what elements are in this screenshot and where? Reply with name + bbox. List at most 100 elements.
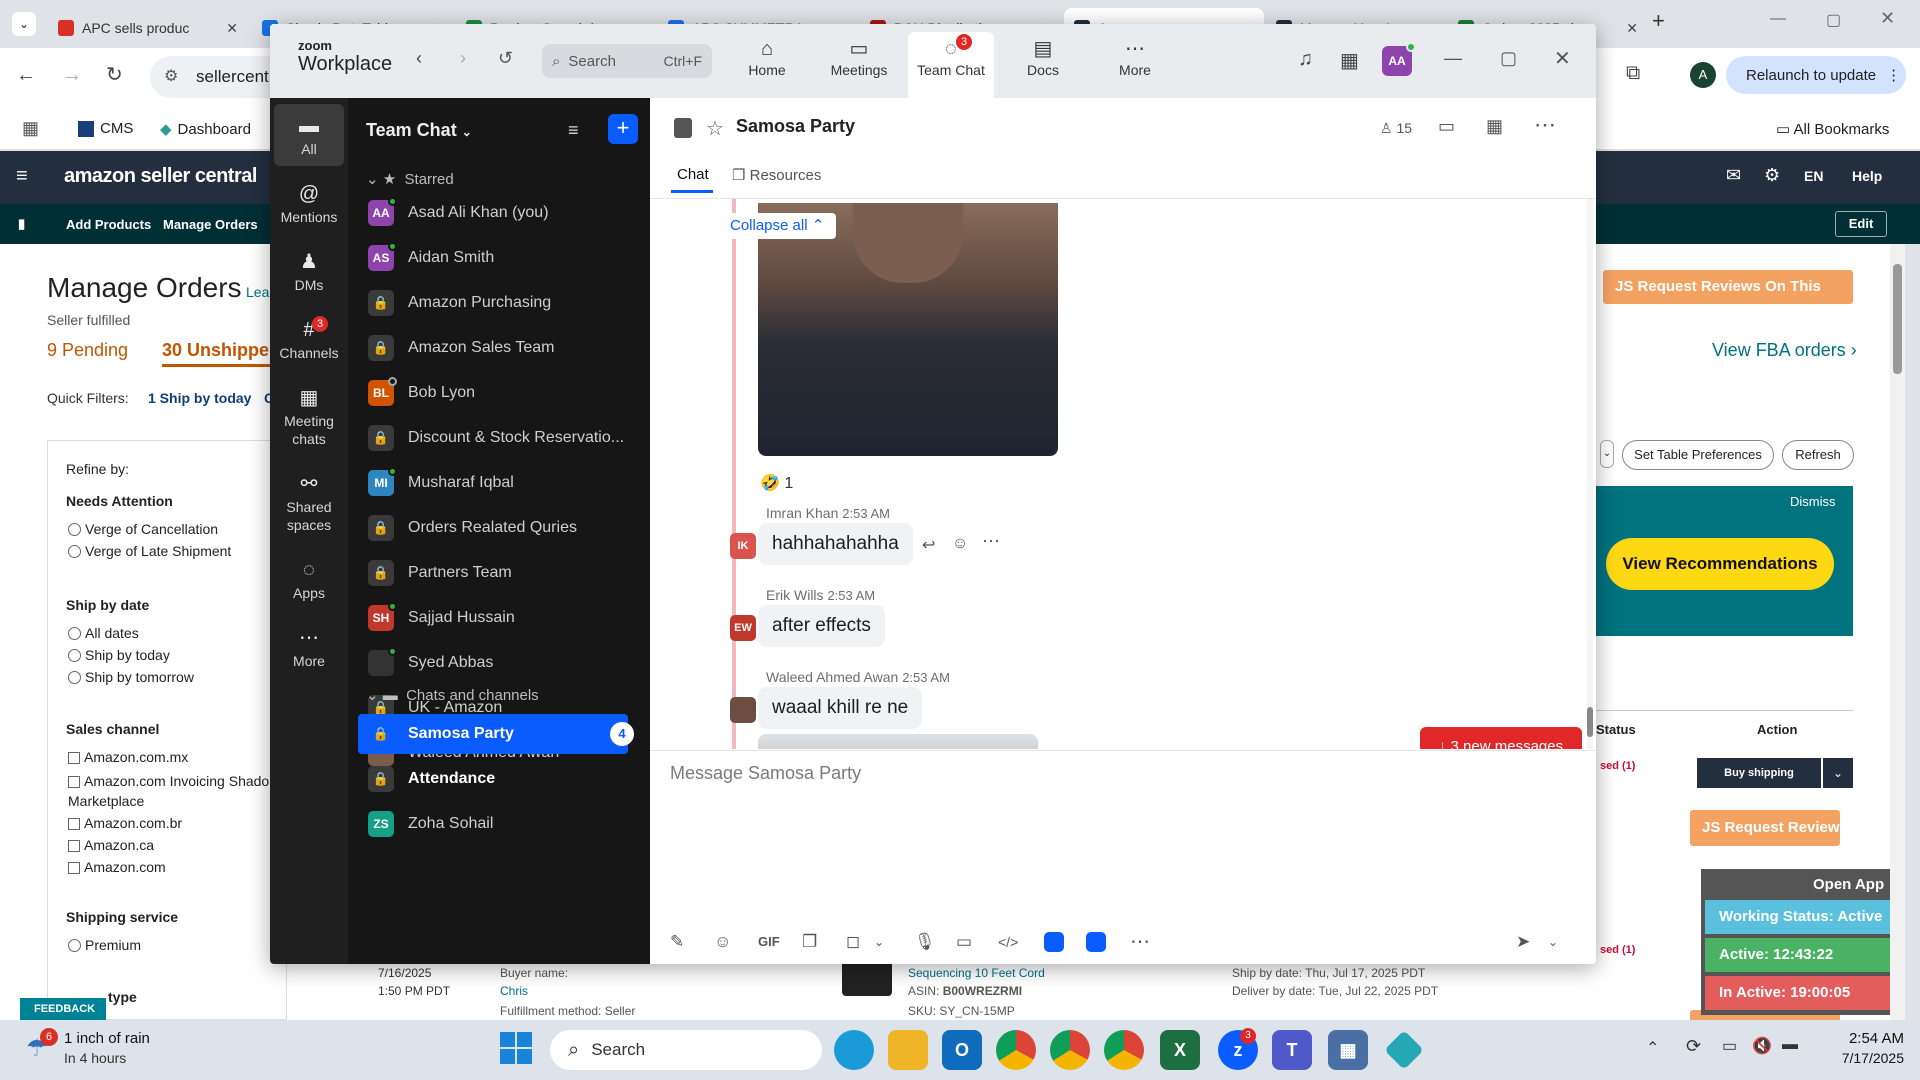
channel-title[interactable]: Samosa Party <box>736 116 855 137</box>
manage-orders-link[interactable]: Manage Orders <box>163 217 258 232</box>
zoom-app-2-icon[interactable] <box>1086 932 1106 952</box>
tab-more[interactable]: ⋯ More <box>1092 32 1178 94</box>
filter-icon[interactable]: ≡ <box>568 120 579 141</box>
tab-docs[interactable]: ▤ Docs <box>1000 32 1086 94</box>
radio-verge-late[interactable]: Verge of Late Shipment <box>68 543 231 559</box>
file-explorer-icon[interactable] <box>888 1030 928 1070</box>
tab-search-icon[interactable]: ⌄ <box>12 12 36 36</box>
thread-scrollbar-thumb[interactable] <box>1587 707 1593 737</box>
profile-avatar[interactable]: A <box>1690 62 1716 88</box>
chrome-profile-3-icon[interactable] <box>1104 1030 1144 1070</box>
new-tab-button[interactable]: + <box>1652 8 1665 34</box>
forward-icon[interactable]: → <box>62 64 82 87</box>
apps-grid-icon[interactable]: ▦ <box>22 118 39 139</box>
send-options-icon[interactable]: ⌄ <box>1548 935 1558 949</box>
rail-meeting-chats[interactable]: ▦ Meeting chats <box>270 384 348 448</box>
message-author[interactable]: Erik Wills <box>766 587 824 603</box>
close-window-icon[interactable]: ✕ <box>1880 8 1895 29</box>
site-info-icon[interactable]: ⚙ <box>164 66 178 86</box>
chrome-profile-2-icon[interactable] <box>1050 1030 1090 1070</box>
microphone-icon[interactable]: 🎙 <box>914 932 936 952</box>
tab-team-chat[interactable]: ◌ Team Chat 3 <box>908 32 994 98</box>
bookmark-cms[interactable]: CMS <box>78 120 133 137</box>
battery-icon[interactable]: ▬ <box>1782 1036 1798 1054</box>
rail-all[interactable]: ▬ All <box>270 112 348 158</box>
zoom-forward-icon[interactable]: › <box>460 48 466 69</box>
radio-ship-tomorrow[interactable]: Ship by tomorrow <box>68 669 194 685</box>
check-amazon-invoicing[interactable]: Amazon.com Invoicing Shado Marketplace <box>68 771 283 811</box>
contact-item[interactable]: AS Aidan Smith <box>368 239 638 277</box>
add-reaction-icon[interactable]: ☺ <box>952 535 968 553</box>
new-chat-button[interactable]: + <box>608 114 638 144</box>
schedule-meeting-icon[interactable]: ▦ <box>1486 116 1503 137</box>
help-link[interactable]: Help <box>1852 168 1882 184</box>
message-author[interactable]: Waleed Ahmed Awan <box>766 669 898 685</box>
kebab-menu-icon[interactable]: ⋮ <box>1886 66 1901 84</box>
avatar[interactable]: IK <box>730 533 756 559</box>
request-reviews-page-button[interactable]: JS Request Reviews On This Page <box>1603 270 1853 329</box>
excel-icon[interactable]: X <box>1160 1030 1200 1070</box>
dismiss-link[interactable]: Dismiss <box>1790 494 1836 509</box>
team-chat-dropdown[interactable]: Team Chat ⌄ <box>366 120 472 141</box>
chat-zoha-sohail[interactable]: ZS Zoha Sohail <box>368 805 638 843</box>
extensions-icon[interactable]: ⧉ <box>1626 62 1640 85</box>
hamburger-menu-icon[interactable]: ≡ <box>16 165 28 188</box>
feedback-button[interactable]: FEEDBACK ✕ <box>20 998 106 1020</box>
reaction-chip[interactable]: 🤣 1 <box>760 473 793 493</box>
new-messages-button[interactable]: ↓ 3 new messages <box>1420 727 1582 749</box>
view-recommendations-button[interactable]: View Recommendations <box>1606 538 1834 590</box>
display-icon[interactable]: ▭ <box>1722 1036 1737 1056</box>
pending-tab[interactable]: 9 Pending <box>47 340 128 361</box>
channel-item[interactable]: 🔒 Partners Team <box>368 554 638 592</box>
video-call-icon[interactable]: ▭ <box>1438 116 1455 137</box>
file-attach-icon[interactable]: ❐ <box>802 932 817 952</box>
outlook-icon[interactable]: O <box>942 1030 982 1070</box>
bookmark-dashboard[interactable]: ◆ Dashboard <box>160 120 251 139</box>
maximize-icon[interactable]: ▢ <box>1826 10 1841 30</box>
message-bubble[interactable]: after effects <box>758 605 885 647</box>
all-bookmarks[interactable]: ▭ All Bookmarks <box>1776 120 1889 138</box>
speaker-muted-icon[interactable]: 🔇 <box>1752 1036 1772 1056</box>
composer-input[interactable]: Message Samosa Party <box>670 763 861 784</box>
zoom-search-box[interactable]: ⌕ Search Ctrl+F <box>542 44 712 78</box>
refresh-button[interactable]: Refresh <box>1782 440 1854 470</box>
page-scrollbar-thumb[interactable] <box>1893 264 1902 374</box>
thread-scrollbar[interactable] <box>1587 199 1593 749</box>
view-fba-orders-link[interactable]: View FBA orders › <box>1712 340 1857 361</box>
gif-icon[interactable]: GIF <box>758 934 780 949</box>
edit-button[interactable]: Edit <box>1835 211 1887 237</box>
rail-channels[interactable]: # Channels 3 <box>270 316 348 362</box>
channel-item[interactable]: 🔒 Amazon Purchasing <box>368 284 638 322</box>
format-text-icon[interactable]: ✎ <box>670 932 684 952</box>
start-button[interactable] <box>500 1032 532 1064</box>
product-title-link[interactable]: Sequencing 10 Feet Cord <box>908 966 1045 980</box>
channel-item[interactable]: 🔒 Orders Realated Quries <box>368 509 638 547</box>
buy-shipping-button[interactable]: Buy shipping <box>1697 758 1821 788</box>
screenshot-dropdown-icon[interactable]: ⌄ <box>874 935 884 949</box>
tab-close-icon[interactable]: ✕ <box>226 20 238 37</box>
rail-more[interactable]: ⋯ More <box>270 624 348 670</box>
reload-icon[interactable]: ↻ <box>106 62 123 87</box>
add-products-link[interactable]: Add Products <box>66 217 151 232</box>
subtab-chat[interactable]: Chat <box>677 166 709 183</box>
reply-icon[interactable]: ↩ <box>922 535 935 555</box>
zoom-back-icon[interactable]: ‹ <box>416 48 422 69</box>
screenshot-icon[interactable]: ◻ <box>846 932 860 952</box>
back-icon[interactable]: ← <box>16 64 36 87</box>
shared-photo[interactable] <box>758 203 1058 456</box>
table-view-chevron-icon[interactable]: ⌄ <box>1600 440 1614 468</box>
language-select[interactable]: EN <box>1804 168 1823 184</box>
rail-dms[interactable]: ♟ DMs <box>270 248 348 294</box>
app-diamond-icon[interactable] <box>1384 1030 1424 1070</box>
favorite-star-icon[interactable]: ☆ <box>706 116 724 141</box>
member-count[interactable]: ♙ 15 <box>1380 120 1412 137</box>
calendar-icon[interactable]: ▦ <box>1340 48 1359 73</box>
buyer-name-link[interactable]: Chris <box>500 984 528 998</box>
edge-icon[interactable] <box>834 1030 874 1070</box>
contact-item[interactable]: SH Sajjad Hussain <box>368 599 638 637</box>
set-table-preferences-button[interactable]: Set Table Preferences <box>1622 440 1774 470</box>
avatar[interactable] <box>730 697 756 723</box>
message-bubble[interactable]: hahhahahahha <box>758 523 913 565</box>
minimize-icon[interactable]: — <box>1770 10 1786 28</box>
video-message-icon[interactable]: ▭ <box>956 932 972 952</box>
